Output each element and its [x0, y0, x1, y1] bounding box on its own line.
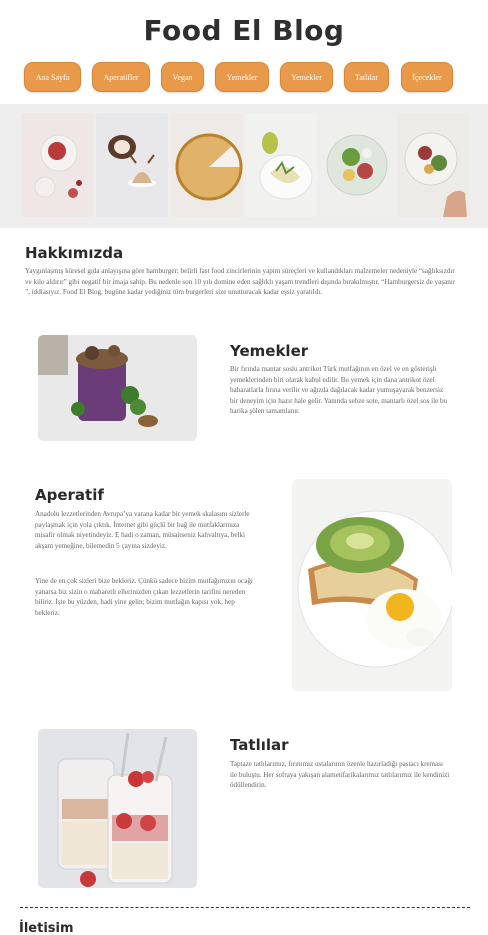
nav-drinks-button[interactable]: İçecekler — [401, 62, 453, 92]
nav-vegan-button[interactable]: Vegan — [161, 62, 204, 92]
appetizer-text-1: Anadolu lezzetlerinden Avrupa’ya varana … — [35, 510, 250, 550]
main-nav: Ana Sayfa Aperatifler Vegan Yemekler Yem… — [0, 62, 488, 92]
gallery-image-salad-bowl[interactable] — [321, 113, 393, 217]
gallery-image-bowl-hand[interactable] — [397, 113, 469, 217]
site-title: Food El Blog — [143, 14, 345, 47]
meals-heading: Yemekler — [230, 342, 309, 360]
nav-appetizers-button[interactable]: Aperatifler — [92, 62, 150, 92]
desserts-text: Taptaze tatlılarımız, fırınımız ustaları… — [230, 760, 450, 790]
gallery-image-roll-cake[interactable] — [96, 113, 168, 217]
footer-divider — [20, 907, 470, 908]
contact-heading: İletisim — [19, 921, 74, 935]
desserts-photo — [38, 729, 197, 888]
nav-meals-button[interactable]: Yemekler — [215, 62, 269, 92]
meals-photo — [38, 335, 197, 441]
appetizer-heading: Aperatif — [35, 486, 104, 504]
appetizer-text-2: Yine de en çok sizleri bize bekleriz. Çü… — [35, 577, 253, 617]
about-text: Yaygınlaşmış küresel gıda anlayışına gör… — [25, 267, 456, 297]
meals-text: Bir fırında mantar soslu antrikot Türk m… — [230, 365, 448, 416]
photo-gallery — [0, 104, 488, 228]
desserts-heading: Tatlılar — [230, 736, 289, 754]
about-heading: Hakkımızda — [25, 244, 124, 262]
gallery-image-pie[interactable] — [171, 113, 243, 217]
gallery-image-fruit-jars[interactable] — [21, 113, 93, 217]
gallery-image-pear-salad[interactable] — [246, 113, 318, 217]
nav-meals-2-button[interactable]: Yemekler — [280, 62, 333, 92]
nav-desserts-button[interactable]: Tatlılar — [344, 62, 389, 92]
nav-home-button[interactable]: Ana Sayfa — [24, 62, 81, 92]
appetizer-photo — [292, 479, 452, 691]
